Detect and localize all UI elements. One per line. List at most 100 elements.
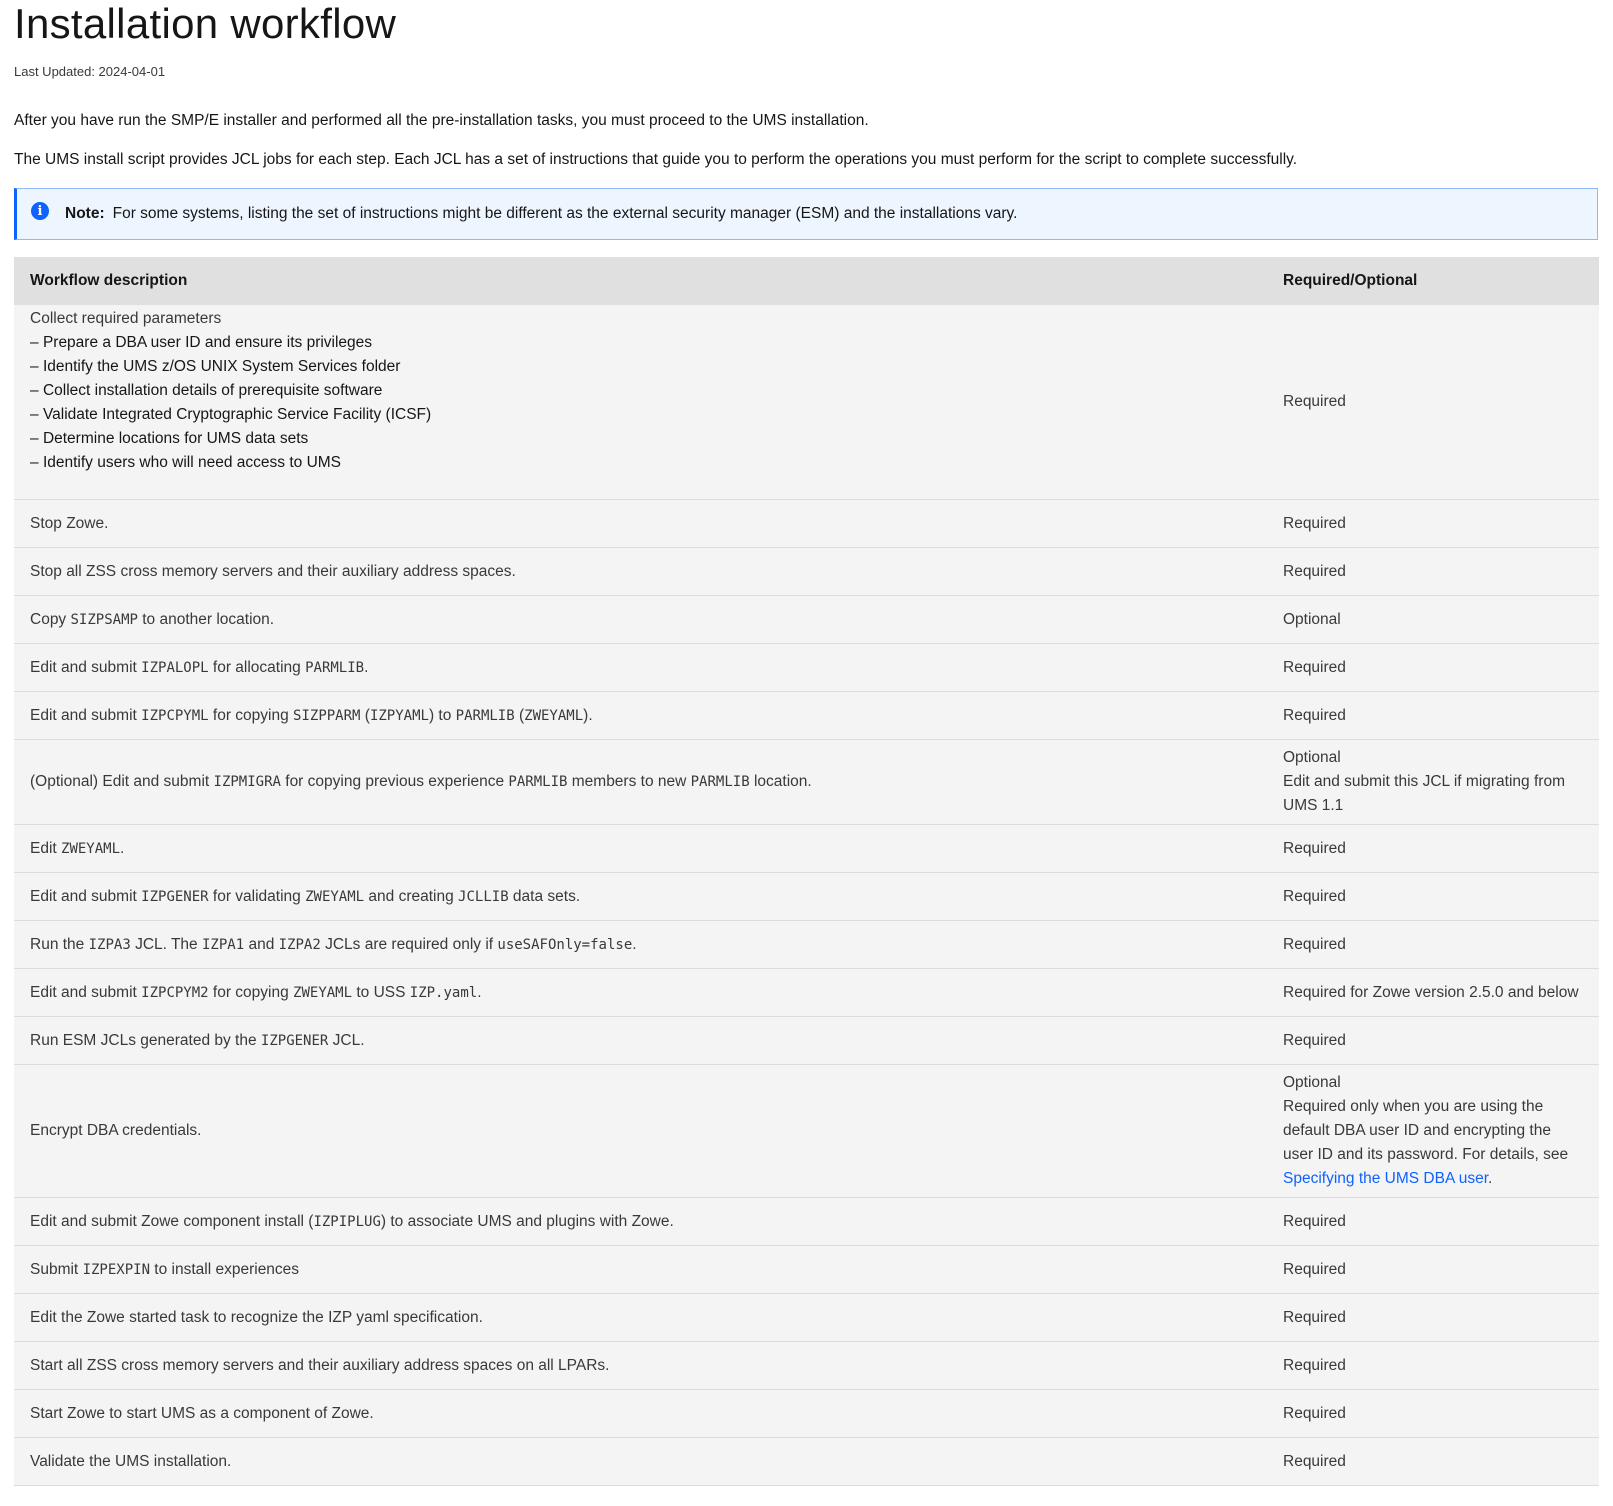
header-required-optional: Required/Optional [1267,257,1599,305]
code-term: IZPCPYM2 [141,984,209,1001]
requirement-detail: Edit and submit this JCL if migrating fr… [1283,770,1583,818]
text-segment: Start all ZSS cross memory servers and t… [30,1356,610,1374]
row-description: Edit and submit IZPGENER for validating … [14,872,1267,921]
text-segment: . [120,839,125,857]
info-icon: i [31,202,49,220]
text-segment: Edit and submit [30,658,142,676]
code-term: IZPALOPL [141,659,209,676]
row-description: Submit IZPEXPIN to install experiences [14,1245,1267,1294]
row-requirement: Optional [1267,595,1599,644]
code-term: IZPA1 [201,936,245,953]
row-description: Start Zowe to start UMS as a component o… [14,1389,1267,1438]
text-segment: Edit [30,839,62,857]
code-term: IZPGENER [260,1032,329,1049]
code-term: SIZPPARM [293,707,361,724]
code-term: SIZPSAMP [70,611,138,628]
table-row: Edit the Zowe started task to recognize … [14,1293,1599,1342]
row-requirement: Required [1267,1389,1599,1438]
row-requirement: Required [1267,1197,1599,1246]
code-term: IZPCPYML [141,707,209,724]
row-description: Run the IZPA3 JCL. The IZPA1 and IZPA2 J… [14,920,1267,969]
row-requirement: Required [1267,1245,1599,1294]
note-label: Note: [65,205,105,222]
code-term: IZPA2 [278,936,321,953]
intro-paragraph: After you have run the SMP/E installer a… [14,112,869,129]
ums-dba-user-link[interactable]: Specifying the UMS DBA user [1283,1170,1488,1187]
code-term: IZPGENER [141,888,209,905]
text-segment: JCL. The [130,935,202,953]
requirement-detail-text: Required only when you are using the def… [1283,1098,1569,1163]
text-segment: Stop Zowe. [30,514,109,532]
text-segment: Copy [30,610,71,628]
code-term: PARMLIB [690,774,750,790]
requirement-status: Required [1283,1356,1346,1374]
text-segment: . [477,983,482,1001]
requirement-status: Required [1283,658,1346,676]
requirement-status: Required [1283,1212,1346,1230]
sub-step-item: Identify users who will need access to U… [30,451,1251,475]
table-row: Run ESM JCLs generated by the IZPGENER J… [14,1016,1599,1065]
table-row: Edit and submit Zowe component install (… [14,1197,1599,1246]
row-requirement: Optional Edit and submit this JCL if migr… [1267,739,1599,825]
row-requirement: Required for Zowe version 2.5.0 and belo… [1267,968,1599,1017]
text-segment: to install experiences [150,1260,300,1278]
row-description: Edit and submit IZPALOPL for allocating … [14,643,1267,692]
table-row: Edit and submit IZPALOPL for allocating … [14,643,1599,692]
requirement-status: Optional [1283,749,1341,766]
row-requirement: Optional Required only when you are using… [1267,1064,1599,1198]
text-segment: ( [514,706,525,724]
table-row: Edit and submit IZPGENER for validating … [14,872,1599,921]
row-description: Edit and submit Zowe component install (… [14,1197,1267,1246]
table-row: Encrypt DBA credentials. Optional Required… [14,1064,1599,1198]
sub-step-item: Validate Integrated Cryptographic Servic… [30,403,1251,427]
row-requirement: Required [1267,1293,1599,1342]
row-requirement: Required [1267,643,1599,692]
requirement-status: Required [1283,935,1346,953]
row-requirement: Required [1267,305,1599,500]
text-segment: (Optional) Edit and submit [30,773,214,790]
requirement-status: Optional [1283,1074,1341,1091]
code-term: ZWEYAML [293,984,353,1001]
text-segment: for validating [208,887,306,905]
table-row: Stop Zowe. Required [14,499,1599,548]
row-description: Collect required parameters Prepare a DB… [14,305,1267,500]
text-segment: Edit and submit [30,706,142,724]
code-term: IZPMIGRA [213,774,281,790]
code-term: IZPIPLUG [313,1213,381,1230]
sub-step-item: Determine locations for UMS data sets [30,427,1251,451]
sub-step-list: Prepare a DBA user ID and ensure its pri… [30,331,1251,475]
row-requirement: Required [1267,1341,1599,1390]
table-row: Edit and submit IZPCPYML for copying SIZ… [14,691,1599,740]
table-row: Collect required parameters Prepare a DB… [14,305,1599,500]
row-requirement: Required [1267,1016,1599,1065]
requirement-detail-tail: . [1488,1170,1493,1187]
text-segment: to another location. [137,610,275,628]
requirement-status: Required [1283,887,1346,905]
row-description: Encrypt DBA credentials. [14,1064,1267,1198]
code-term: ZWEYAML [524,707,584,724]
code-term: IZPEXPIN [82,1261,150,1278]
text-segment: Start Zowe to start UMS as a component o… [30,1404,374,1422]
row-requirement: Required [1267,920,1599,969]
text-segment: Edit and submit [30,983,142,1001]
page: Installation workflow Last Updated: 2024… [0,0,1613,1486]
page-title: Installation workflow [14,0,397,47]
text-segment: JCL. [328,1031,365,1049]
row-description: Edit and submit IZPCPYML for copying SIZ… [14,691,1267,740]
text-segment: Edit and submit Zowe component install ( [30,1212,314,1230]
table-body: Collect required parameters Prepare a DB… [14,305,1599,1486]
row-requirement: Required [1267,872,1599,921]
code-term: JCLLIB [458,888,509,905]
requirement-status: Required [1283,1031,1346,1049]
row-description: Stop Zowe. [14,499,1267,548]
row-requirement: Required [1267,499,1599,548]
text-segment: for allocating [208,658,306,676]
code-term: IZPYAML [369,707,429,724]
sub-step-item: Collect installation details of prerequi… [30,379,1251,403]
text-segment: ) to associate UMS and plugins with Zowe… [380,1212,674,1230]
requirement-status: Optional [1283,610,1341,628]
text-segment: JCLs are required only if [320,935,498,953]
note-box: i Note: For some systems, listing the se… [14,188,1598,240]
text-segment: and creating [364,887,459,905]
text-segment: ). [583,706,593,724]
